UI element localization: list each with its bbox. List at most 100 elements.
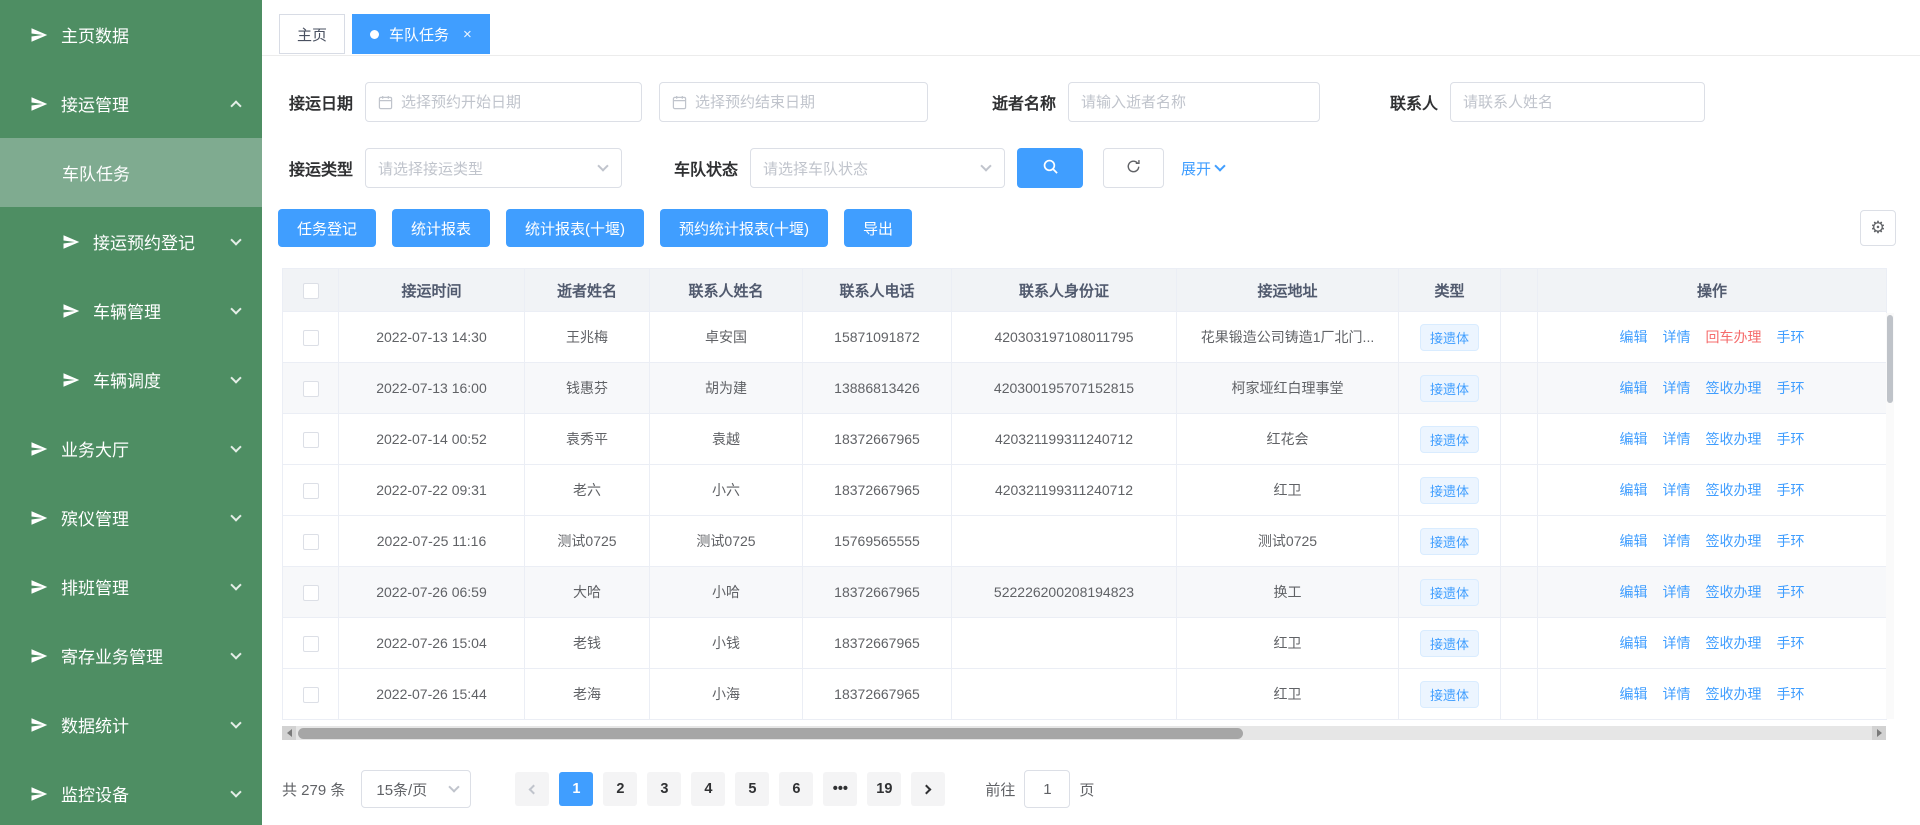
action-签收办理[interactable]: 签收办理 bbox=[1706, 582, 1762, 602]
vertical-scrollbar[interactable] bbox=[1886, 313, 1894, 719]
column-header: 联系人姓名 bbox=[650, 269, 803, 312]
page-button-2[interactable]: 2 bbox=[603, 772, 637, 806]
row-checkbox[interactable] bbox=[303, 585, 319, 601]
select-all-checkbox[interactable] bbox=[303, 283, 319, 299]
search-button[interactable] bbox=[1017, 148, 1083, 188]
date-end-input[interactable] bbox=[659, 82, 928, 122]
action-编辑[interactable]: 编辑 bbox=[1620, 378, 1648, 398]
toolbar-button-4[interactable]: 导出 bbox=[844, 209, 912, 247]
sidebar-item-8[interactable]: 排班管理 bbox=[0, 552, 262, 621]
scroll-right-button[interactable] bbox=[1872, 726, 1886, 740]
action-签收办理[interactable]: 签收办理 bbox=[1706, 378, 1762, 398]
vertical-scrollbar-thumb[interactable] bbox=[1887, 315, 1893, 403]
paper-plane-icon bbox=[30, 440, 48, 458]
action-签收办理[interactable]: 签收办理 bbox=[1706, 480, 1762, 500]
sidebar-item-11[interactable]: 监控设备 bbox=[0, 759, 262, 825]
deceased-name-field[interactable] bbox=[1081, 83, 1307, 121]
refresh-button[interactable] bbox=[1103, 148, 1164, 188]
sidebar-item-3[interactable]: 接运预约登记 bbox=[0, 207, 262, 276]
page-button-5[interactable]: 5 bbox=[735, 772, 769, 806]
page-size-select[interactable]: 15条/页 bbox=[361, 770, 471, 808]
page-button-19[interactable]: 19 bbox=[867, 772, 901, 806]
action-手环[interactable]: 手环 bbox=[1777, 378, 1805, 398]
scroll-left-button[interactable] bbox=[282, 726, 296, 740]
sidebar-item-4[interactable]: 车辆管理 bbox=[0, 276, 262, 345]
action-回车办理[interactable]: 回车办理 bbox=[1706, 327, 1762, 347]
action-links: 编辑详情签收办理手环 bbox=[1538, 378, 1886, 398]
action-详情[interactable]: 详情 bbox=[1663, 378, 1691, 398]
toolbar-button-0[interactable]: 任务登记 bbox=[278, 209, 376, 247]
action-签收办理[interactable]: 签收办理 bbox=[1706, 684, 1762, 704]
contact-field[interactable] bbox=[1463, 83, 1692, 121]
sidebar-item-10[interactable]: 数据统计 bbox=[0, 690, 262, 759]
toolbar-button-1[interactable]: 统计报表 bbox=[392, 209, 490, 247]
page-buttons: 123456 ••• 19 bbox=[515, 772, 945, 806]
row-checkbox[interactable] bbox=[303, 483, 319, 499]
row-checkbox-cell bbox=[283, 312, 339, 363]
tab-0[interactable]: 主页 bbox=[279, 14, 345, 54]
row-checkbox[interactable] bbox=[303, 534, 319, 550]
next-page-button[interactable] bbox=[911, 772, 945, 806]
page-button-4[interactable]: 4 bbox=[691, 772, 725, 806]
fleet-status-select[interactable]: 请选择车队状态 bbox=[750, 148, 1005, 188]
horizontal-scrollbar-thumb[interactable] bbox=[298, 728, 1243, 739]
date-start-field[interactable] bbox=[401, 83, 629, 121]
action-编辑[interactable]: 编辑 bbox=[1620, 429, 1648, 449]
horizontal-scrollbar[interactable] bbox=[282, 726, 1886, 740]
action-编辑[interactable]: 编辑 bbox=[1620, 582, 1648, 602]
action-手环[interactable]: 手环 bbox=[1777, 684, 1805, 704]
action-编辑[interactable]: 编辑 bbox=[1620, 633, 1648, 653]
action-手环[interactable]: 手环 bbox=[1777, 480, 1805, 500]
tab-close-icon[interactable]: × bbox=[463, 27, 472, 42]
deceased-name-input[interactable] bbox=[1068, 82, 1320, 122]
goto-page-input[interactable] bbox=[1024, 770, 1070, 808]
action-手环[interactable]: 手环 bbox=[1777, 582, 1805, 602]
action-编辑[interactable]: 编辑 bbox=[1620, 327, 1648, 347]
page-ellipsis[interactable]: ••• bbox=[823, 772, 857, 806]
date-end-field[interactable] bbox=[695, 83, 915, 121]
sidebar-item-1[interactable]: 接运管理 bbox=[0, 69, 262, 138]
sidebar-item-7[interactable]: 殡仪管理 bbox=[0, 483, 262, 552]
toolbar-button-3[interactable]: 预约统计报表(十堰) bbox=[660, 209, 828, 247]
action-编辑[interactable]: 编辑 bbox=[1620, 480, 1648, 500]
page-button-3[interactable]: 3 bbox=[647, 772, 681, 806]
action-手环[interactable]: 手环 bbox=[1777, 429, 1805, 449]
row-checkbox[interactable] bbox=[303, 636, 319, 652]
action-详情[interactable]: 详情 bbox=[1663, 429, 1691, 449]
action-详情[interactable]: 详情 bbox=[1663, 633, 1691, 653]
sidebar-item-0[interactable]: 主页数据 bbox=[0, 0, 262, 69]
sidebar-item-5[interactable]: 车辆调度 bbox=[0, 345, 262, 414]
action-签收办理[interactable]: 签收办理 bbox=[1706, 633, 1762, 653]
action-签收办理[interactable]: 签收办理 bbox=[1706, 429, 1762, 449]
toolbar-button-2[interactable]: 统计报表(十堰) bbox=[506, 209, 644, 247]
action-详情[interactable]: 详情 bbox=[1663, 327, 1691, 347]
row-checkbox[interactable] bbox=[303, 381, 319, 397]
row-checkbox[interactable] bbox=[303, 687, 319, 703]
cell-type: 接遗体 bbox=[1399, 618, 1501, 669]
sidebar-item-6[interactable]: 业务大厅 bbox=[0, 414, 262, 483]
pickup-type-select[interactable]: 请选择接运类型 bbox=[365, 148, 622, 188]
column-settings-button[interactable]: ⚙ bbox=[1860, 210, 1896, 246]
action-详情[interactable]: 详情 bbox=[1663, 531, 1691, 551]
row-checkbox[interactable] bbox=[303, 432, 319, 448]
date-start-input[interactable] bbox=[365, 82, 642, 122]
action-详情[interactable]: 详情 bbox=[1663, 480, 1691, 500]
action-详情[interactable]: 详情 bbox=[1663, 582, 1691, 602]
action-签收办理[interactable]: 签收办理 bbox=[1706, 531, 1762, 551]
action-手环[interactable]: 手环 bbox=[1777, 327, 1805, 347]
action-手环[interactable]: 手环 bbox=[1777, 633, 1805, 653]
sidebar-item-9[interactable]: 寄存业务管理 bbox=[0, 621, 262, 690]
cell-contact-name: 小海 bbox=[650, 669, 803, 720]
action-编辑[interactable]: 编辑 bbox=[1620, 684, 1648, 704]
contact-input[interactable] bbox=[1450, 82, 1705, 122]
page-button-1[interactable]: 1 bbox=[559, 772, 593, 806]
row-checkbox[interactable] bbox=[303, 330, 319, 346]
sidebar-item-2[interactable]: 车队任务 bbox=[0, 138, 262, 207]
action-手环[interactable]: 手环 bbox=[1777, 531, 1805, 551]
action-详情[interactable]: 详情 bbox=[1663, 684, 1691, 704]
prev-page-button[interactable] bbox=[515, 772, 549, 806]
page-button-6[interactable]: 6 bbox=[779, 772, 813, 806]
tab-1[interactable]: 车队任务× bbox=[352, 14, 490, 54]
action-编辑[interactable]: 编辑 bbox=[1620, 531, 1648, 551]
expand-link[interactable]: 展开 bbox=[1181, 158, 1224, 179]
